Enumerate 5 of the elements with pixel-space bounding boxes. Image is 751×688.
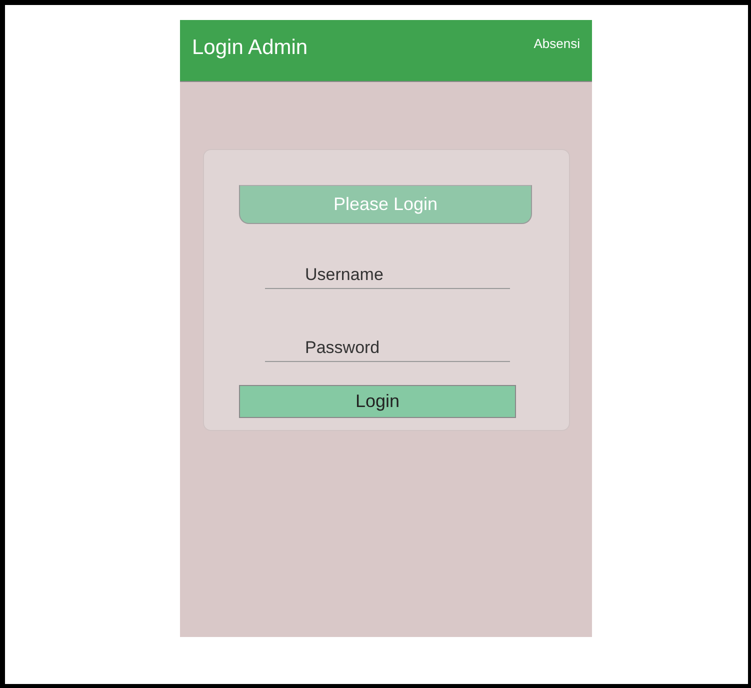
header-title: Login Admin (192, 34, 308, 61)
input-field[interactable]: Password (265, 334, 510, 362)
input-field[interactable]: Username (265, 261, 510, 289)
please-login-banner: Please Login (239, 185, 532, 224)
login-button[interactable]: Login (239, 385, 516, 418)
